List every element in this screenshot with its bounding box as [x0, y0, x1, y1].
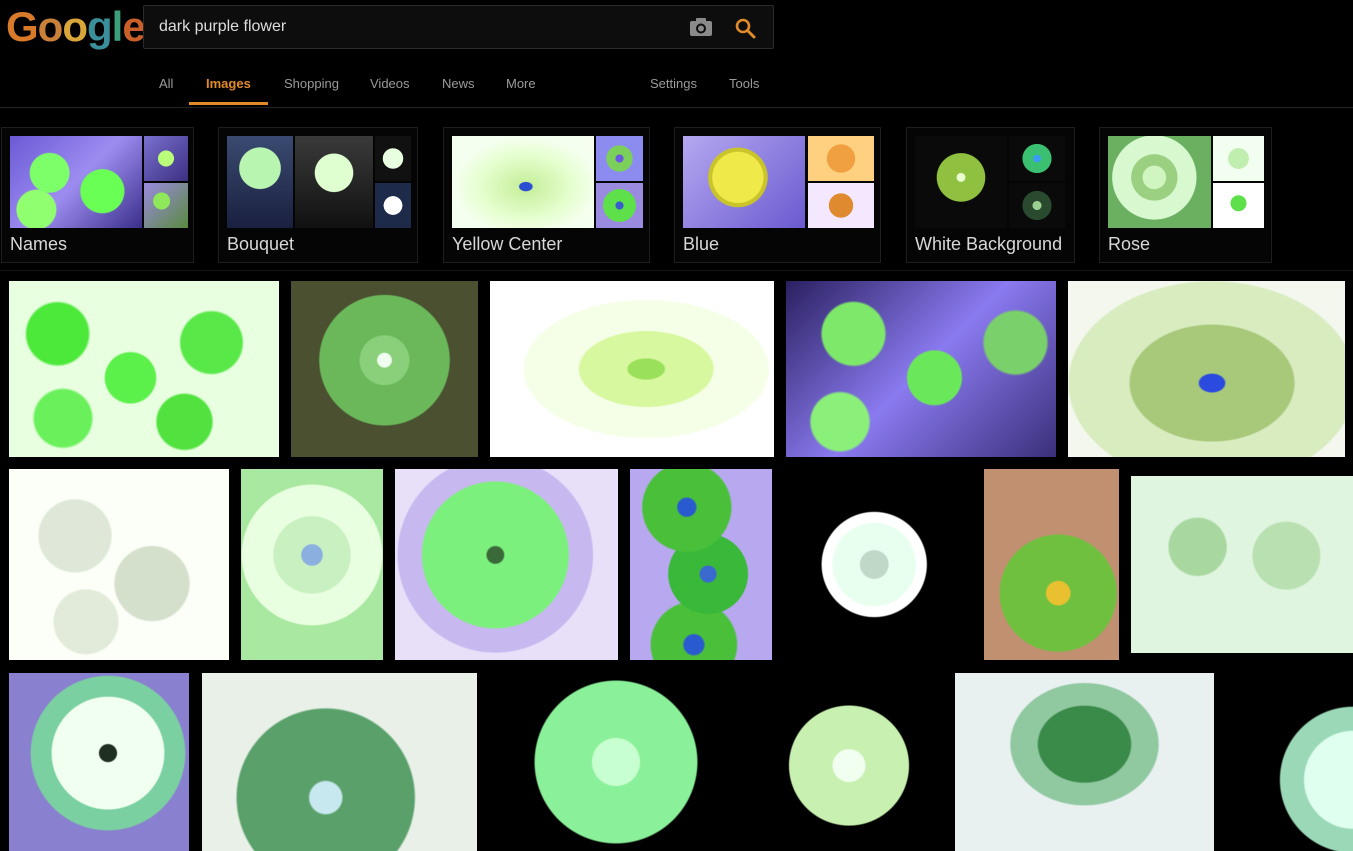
chip-thumbnail — [10, 136, 142, 228]
header-divider — [0, 107, 1353, 108]
image-result[interactable] — [630, 469, 772, 660]
chip-thumbnail — [144, 183, 188, 228]
tab-videos[interactable]: Videos — [370, 76, 410, 91]
chip-thumbnail — [683, 136, 805, 228]
image-result[interactable] — [9, 281, 279, 457]
logo-letter: e — [122, 3, 145, 50]
image-result[interactable] — [786, 281, 1056, 457]
chips-divider — [0, 270, 1353, 271]
image-result[interactable] — [955, 673, 1214, 851]
tab-tools[interactable]: Tools — [729, 76, 759, 91]
tab-news[interactable]: News — [442, 76, 475, 91]
chip-thumbnail — [1009, 183, 1065, 228]
chip-label: Yellow Center — [452, 234, 563, 254]
chip-thumbnail — [596, 183, 643, 228]
chip-label: White Background — [915, 234, 1063, 254]
logo-letter: o — [62, 3, 88, 50]
chip-thumbnail — [596, 136, 643, 181]
image-result[interactable] — [984, 469, 1119, 660]
related-chip-blue[interactable]: Blue — [674, 127, 881, 263]
tab-all[interactable]: All — [159, 76, 173, 91]
logo-letter: G — [6, 3, 39, 50]
related-chip-names[interactable]: Names — [1, 127, 194, 263]
camera-icon[interactable] — [689, 17, 713, 37]
image-result[interactable] — [395, 469, 618, 660]
image-result[interactable] — [1068, 281, 1345, 457]
search-icon[interactable] — [733, 16, 757, 40]
chip-thumbnail — [1213, 183, 1264, 228]
chip-thumbnail — [808, 183, 874, 228]
search-box[interactable]: dark purple flower — [143, 5, 774, 49]
logo-letter: g — [86, 3, 113, 50]
chip-thumbnail — [375, 183, 411, 228]
image-result[interactable] — [1131, 476, 1353, 653]
chip-label: Blue — [683, 234, 720, 254]
chip-thumbnail — [227, 136, 293, 228]
google-logo[interactable]: Google — [6, 3, 146, 50]
logo-letter: o — [37, 3, 64, 50]
tab-settings[interactable]: Settings — [650, 76, 697, 91]
tab-shopping[interactable]: Shopping — [284, 76, 339, 91]
chip-thumbnail — [1108, 136, 1211, 228]
chip-thumbnail — [452, 136, 594, 228]
image-result[interactable] — [241, 469, 383, 660]
search-input[interactable]: dark purple flower — [159, 18, 286, 36]
image-result[interactable] — [9, 673, 189, 851]
image-result[interactable] — [1233, 673, 1353, 851]
related-chip-yellow-center[interactable]: Yellow Center — [443, 127, 650, 263]
chip-label: Bouquet — [227, 234, 295, 254]
tab-more[interactable]: More — [506, 76, 536, 91]
chip-thumbnail — [915, 136, 1007, 228]
chip-label: Rose — [1108, 234, 1151, 254]
image-result[interactable] — [489, 673, 743, 851]
chip-thumbnail — [144, 136, 188, 181]
chip-thumbnail — [808, 136, 874, 181]
related-chip-white-background[interactable]: White Background — [906, 127, 1075, 263]
image-result[interactable] — [291, 281, 478, 457]
chip-label: Names — [10, 234, 68, 254]
related-chip-bouquet[interactable]: Bouquet — [218, 127, 418, 263]
chip-thumbnail — [375, 136, 411, 181]
image-result[interactable] — [9, 469, 229, 660]
chip-thumbnail — [1009, 136, 1065, 181]
image-result[interactable] — [784, 469, 972, 660]
logo-letter: l — [111, 3, 124, 50]
chip-thumbnail — [1213, 136, 1264, 181]
image-result[interactable] — [490, 281, 774, 457]
image-result[interactable] — [202, 673, 477, 851]
related-chip-rose[interactable]: Rose — [1099, 127, 1272, 263]
active-tab-indicator — [189, 102, 268, 105]
chip-thumbnail — [295, 136, 373, 228]
image-result[interactable] — [755, 673, 943, 851]
tab-images[interactable]: Images — [206, 76, 251, 91]
